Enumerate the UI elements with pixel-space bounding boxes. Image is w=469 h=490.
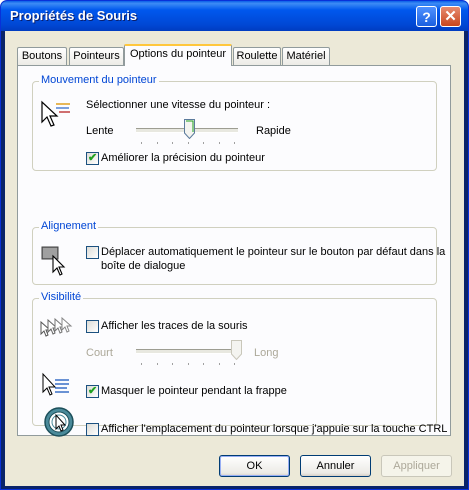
- visibility-group-label: Visibilité: [39, 291, 84, 303]
- ctrl-location-label[interactable]: Afficher l'emplacement du pointeur lorsq…: [101, 423, 447, 435]
- snap-group-label: Alignement: [39, 220, 99, 232]
- check-icon: ✔: [88, 152, 98, 164]
- speed-fast-label: Rapide: [256, 125, 291, 137]
- visibility-group: Visibilité Afficher les traces de la sou…: [32, 291, 447, 437]
- motion-group-label: Mouvement du pointeur: [39, 74, 159, 86]
- apply-button[interactable]: Appliquer: [381, 455, 452, 477]
- title-bar[interactable]: Propriétés de Souris ? ✕: [1, 1, 468, 31]
- speed-slow-label: Lente: [86, 125, 114, 137]
- window-title: Propriétés de Souris: [10, 8, 138, 23]
- slider-tick: [156, 363, 158, 365]
- tab-pointer-options[interactable]: Options du pointeur: [124, 44, 232, 66]
- snap-to-icon: [41, 246, 66, 276]
- ctrl-location-checkbox[interactable]: [86, 423, 99, 436]
- ok-button[interactable]: OK: [219, 455, 290, 477]
- slider-tick: [141, 142, 142, 144]
- slider-tick: [203, 363, 204, 365]
- pointer-speed-icon: [41, 100, 70, 127]
- slider-tick: [187, 142, 189, 144]
- dialog-client: Boutons Pointeurs Options du pointeur Ro…: [5, 31, 464, 486]
- slider-tick: [203, 142, 204, 144]
- trails-slider-thumb[interactable]: [231, 340, 242, 360]
- snap-group: Alignement Déplacer automatiquement le p…: [32, 220, 445, 285]
- speed-label: Sélectionner une vitesse du pointeur :: [86, 99, 271, 111]
- trails-long-label: Long: [254, 347, 279, 359]
- slider-tick: [187, 363, 189, 365]
- precision-checkbox[interactable]: ✔: [86, 152, 99, 165]
- snap-checkbox[interactable]: [86, 246, 99, 259]
- slider-tick: [218, 363, 220, 365]
- snap-label-line2[interactable]: boîte de dialogue: [101, 260, 185, 272]
- tab-wheel[interactable]: Roulette: [233, 47, 281, 65]
- precision-label[interactable]: Améliorer la précision du pointeur: [101, 152, 265, 164]
- tab-buttons[interactable]: Boutons: [17, 47, 67, 65]
- snap-label-line1[interactable]: Déplacer automatiquement le pointeur sur…: [101, 246, 445, 258]
- hide-pointer-checkbox[interactable]: ✔: [86, 385, 99, 398]
- tab-pointers[interactable]: Pointeurs: [69, 47, 124, 65]
- check-icon: ✔: [88, 385, 98, 397]
- hide-pointer-icon: [42, 372, 69, 396]
- motion-group: Mouvement du pointeur Sélectionner une v…: [32, 74, 437, 171]
- trails-checkbox[interactable]: [86, 320, 99, 333]
- help-icon[interactable]: ?: [416, 6, 437, 27]
- mouse-properties-window: Propriétés de Souris ? ✕ Boutons Pointeu…: [0, 0, 469, 490]
- slider-tick: [234, 142, 235, 144]
- slider-tick: [172, 142, 173, 144]
- speed-slider-thumb[interactable]: [183, 119, 195, 139]
- pointer-location-icon: [44, 407, 74, 437]
- close-icon[interactable]: ✕: [440, 6, 461, 27]
- pointer-options-panel: Mouvement du pointeur Sélectionner une v…: [17, 65, 451, 437]
- trails-short-label: Court: [86, 347, 113, 359]
- slider-tick: [156, 142, 158, 144]
- pointer-trails-icon: [40, 316, 73, 337]
- cancel-button[interactable]: Annuler: [300, 455, 371, 477]
- tab-hardware[interactable]: Matériel: [282, 47, 330, 65]
- slider-tick: [172, 363, 173, 365]
- slider-tick: [234, 363, 235, 365]
- trails-label[interactable]: Afficher les traces de la souris: [101, 320, 248, 332]
- hide-pointer-label[interactable]: Masquer le pointeur pendant la frappe: [101, 385, 287, 397]
- slider-tick: [141, 363, 142, 365]
- trails-slider-track[interactable]: [136, 349, 238, 354]
- slider-tick: [218, 142, 220, 144]
